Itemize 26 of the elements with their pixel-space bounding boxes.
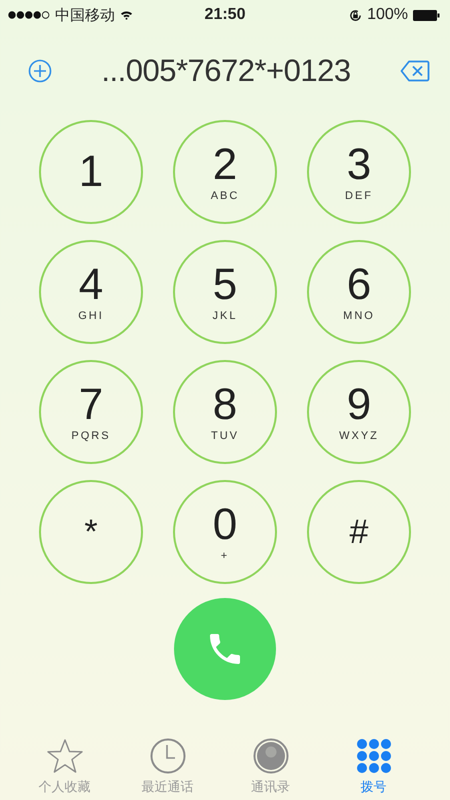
keypad-icon: [356, 738, 392, 774]
carrier-name: 中国移动: [55, 6, 115, 24]
star-icon: [46, 738, 84, 774]
clock-time: 21:50: [204, 6, 246, 24]
battery-percent: 100%: [367, 6, 408, 24]
dialed-number: ...005*7672*+0123: [100, 53, 352, 89]
keypad-key[interactable]: 2 ABC: [173, 120, 277, 224]
add-contact-icon[interactable]: [28, 59, 52, 83]
tab-item[interactable]: 拨号: [327, 732, 420, 798]
keypad-key[interactable]: 5 JKL: [173, 240, 277, 344]
signal-icon: [8, 11, 50, 19]
backspace-icon[interactable]: [400, 60, 430, 82]
keypad-key[interactable]: 9 WXYZ: [307, 360, 411, 464]
keypad-key[interactable]: 1: [39, 120, 143, 224]
keypad-key[interactable]: 3 DEF: [307, 120, 411, 224]
rotation-lock-icon: [349, 8, 362, 22]
wifi-icon: [120, 10, 133, 20]
battery-icon: [413, 10, 440, 20]
keypad-key[interactable]: 0 +: [173, 480, 277, 584]
keypad-key[interactable]: 8 TUV: [173, 360, 277, 464]
clock-icon: [150, 738, 186, 774]
keypad-key[interactable]: *: [39, 480, 143, 584]
keypad-key[interactable]: #: [307, 480, 411, 584]
keypad-key[interactable]: 4 GHI: [39, 240, 143, 344]
keypad-key[interactable]: 6 MNO: [307, 240, 411, 344]
keypad-key[interactable]: 7 PQRS: [39, 360, 143, 464]
